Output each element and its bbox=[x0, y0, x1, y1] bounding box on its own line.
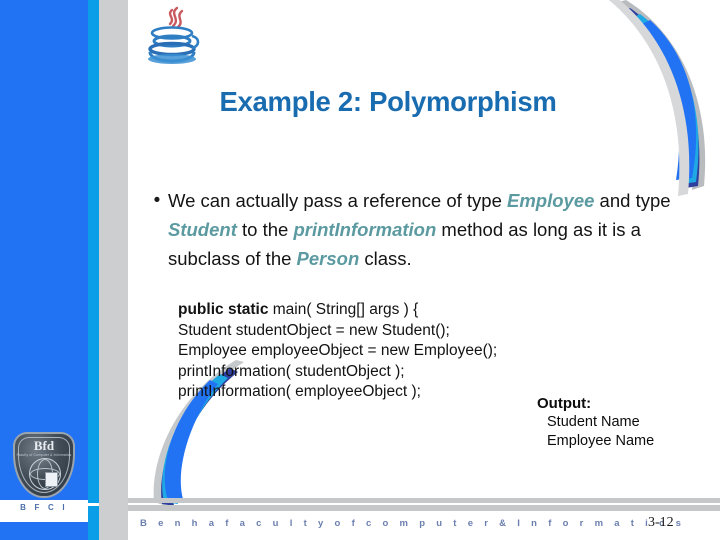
bullet-segment-3: to the bbox=[236, 219, 294, 240]
keyword-person: Person bbox=[296, 248, 360, 269]
page-number: 3-12 bbox=[648, 515, 674, 530]
bullet-marker: • bbox=[153, 190, 161, 211]
footer-accent-tick-gap bbox=[88, 503, 99, 506]
java-coffee-cup-icon bbox=[148, 6, 200, 64]
bullet-segment-1: We can actually pass a reference of type bbox=[168, 190, 508, 211]
code-line-2: Student studentObject = new Student(); bbox=[178, 321, 450, 339]
bullet-list: • We can actually pass a reference of ty… bbox=[146, 186, 694, 273]
page-title: Example 2: Polymorphism bbox=[219, 86, 557, 117]
keyword-printinformation: printInformation bbox=[293, 219, 437, 240]
output-line-1: Student Name bbox=[547, 414, 640, 430]
code-line-1-rest: main( String[] args ) { bbox=[268, 301, 419, 318]
code-line-1: public static main( String[] args ) { bbox=[178, 300, 497, 321]
bullet-segment-2: and type bbox=[594, 190, 671, 211]
footer-institution-label: B e n h a f a c u l t y o f c o m p u t … bbox=[140, 518, 686, 529]
output-label: Output: bbox=[537, 395, 592, 412]
keyword-student: Student bbox=[168, 219, 237, 240]
bullet-segment-5: class. bbox=[359, 248, 412, 269]
keyword-employee: Employee bbox=[507, 190, 595, 211]
code-keyword-modifiers: public static bbox=[178, 301, 269, 318]
logo-badge-text: Bfd bbox=[33, 438, 55, 453]
document-icon bbox=[45, 472, 58, 487]
output-line-2: Employee Name bbox=[547, 433, 655, 449]
bfci-logo: Bfd Faculty of Computer & Informatics bbox=[13, 432, 75, 500]
bfci-strip-label: B F C I bbox=[20, 503, 68, 512]
code-line-5: printInformation( employeeObject ); bbox=[178, 383, 421, 400]
output-panel: Output: Student Name Employee Name bbox=[537, 394, 654, 451]
code-sample: public static main( String[] args ) { St… bbox=[178, 300, 497, 403]
code-line-3: Employee employeeObject = new Employee()… bbox=[178, 342, 498, 359]
sidebar-band-cyan bbox=[88, 0, 99, 540]
code-line-4: printInformation( studentObject ); bbox=[178, 362, 405, 380]
bullet-item-text: We can actually pass a reference of type… bbox=[168, 186, 694, 273]
list-item: • We can actually pass a reference of ty… bbox=[146, 186, 694, 273]
logo-badge-subtext: Faculty of Computer & Informatics bbox=[16, 453, 72, 457]
footer-divider-top bbox=[128, 498, 720, 503]
sidebar-band-gray bbox=[99, 0, 128, 540]
slide-canvas: Bfd Faculty of Computer & Informatics B … bbox=[0, 0, 720, 540]
